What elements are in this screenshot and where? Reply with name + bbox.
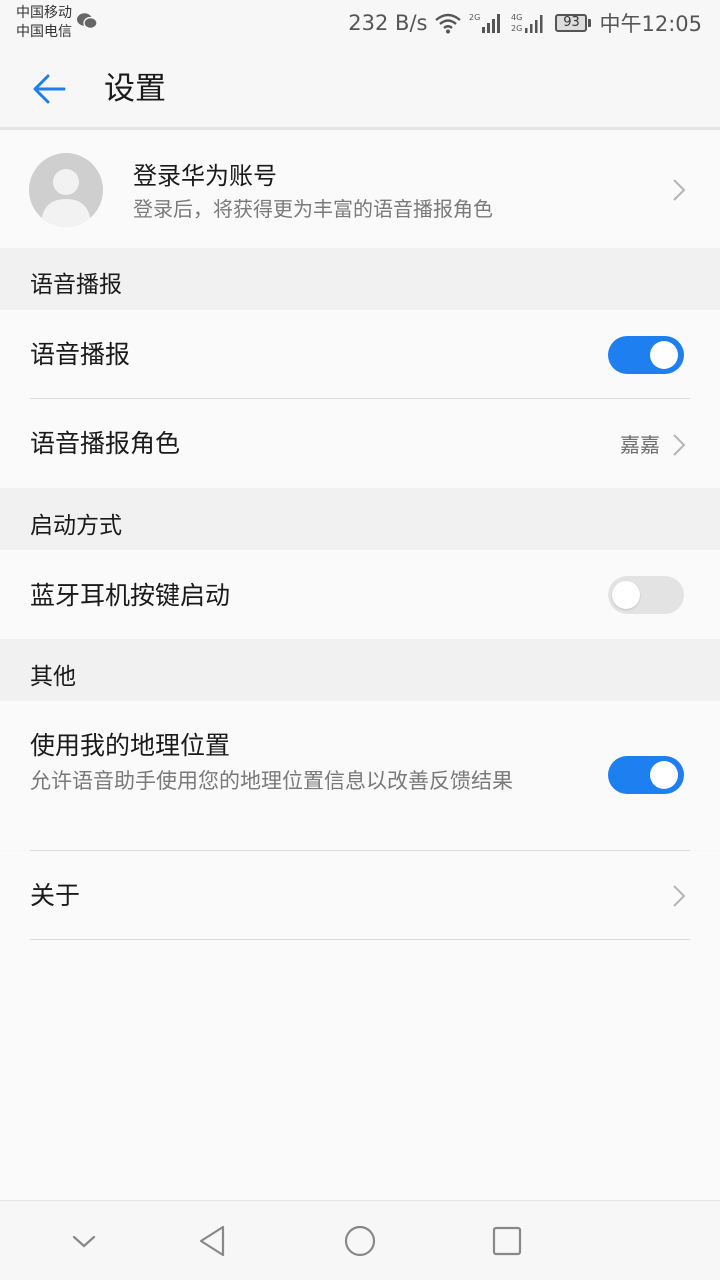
battery-tip <box>588 19 592 27</box>
bluetooth-toggle[interactable] <box>608 576 684 614</box>
account-subtitle: 登录后，将获得更为丰富的语音播报角色 <box>133 197 493 221</box>
toggle-knob <box>650 341 678 369</box>
section-title: 启动方式 <box>30 513 122 539</box>
default-avatar-icon <box>41 169 91 227</box>
net-speed: 232 B/s <box>348 11 428 35</box>
toggle-knob <box>612 581 640 609</box>
svg-text:2G: 2G <box>511 24 522 33</box>
chevron-down-icon[interactable] <box>66 1223 102 1259</box>
row-label: 关于 <box>30 881 81 910</box>
row-about[interactable]: 关于 <box>0 851 720 940</box>
section-header-startup: 启动方式 <box>0 488 720 550</box>
row-label: 语音播报角色 <box>30 429 181 458</box>
chevron-right-icon <box>673 179 686 201</box>
row-bluetooth-start[interactable]: 蓝牙耳机按键启动 <box>0 550 720 639</box>
wechat-icon <box>77 13 98 30</box>
carrier-info: 中国移动 中国电信 <box>16 4 72 42</box>
page-title: 设置 <box>104 71 166 107</box>
row-description: 允许语音助手使用您的地理位置信息以改善反馈结果 <box>30 769 513 793</box>
row-label: 使用我的地理位置 <box>30 731 231 760</box>
row-location[interactable]: 使用我的地理位置 允许语音助手使用您的地理位置信息以改善反馈结果 <box>0 701 720 850</box>
triangle-back-icon[interactable] <box>195 1223 231 1259</box>
battery-level: 93 <box>555 14 588 32</box>
battery-indicator: 93 <box>555 14 592 32</box>
clock: 中午12:05 <box>599 12 702 36</box>
row-voice-broadcast[interactable]: 语音播报 <box>0 310 720 399</box>
circle-home-icon[interactable] <box>342 1223 378 1259</box>
avatar <box>29 153 103 227</box>
voice-broadcast-toggle[interactable] <box>608 336 684 374</box>
section-title: 语音播报 <box>30 272 122 298</box>
account-title: 登录华为账号 <box>133 162 277 190</box>
carrier-2: 中国电信 <box>16 24 72 40</box>
signal-2g-icon: 2G <box>469 13 501 33</box>
row-label: 蓝牙耳机按键启动 <box>30 581 231 610</box>
svg-text:4G: 4G <box>511 13 522 22</box>
settings-screen: 中国移动 中国电信 232 B/s 2G 4G 2G 93 中午12:05 设置… <box>0 0 720 1280</box>
section-header-other: 其他 <box>0 639 720 701</box>
top-app-bar: 设置 <box>0 48 720 130</box>
chevron-right-icon <box>673 885 686 907</box>
arrow-left-icon[interactable] <box>30 70 68 108</box>
section-header-voice: 语音播报 <box>0 248 720 310</box>
wifi-icon <box>435 13 462 34</box>
content-background <box>0 940 720 1200</box>
carrier-1: 中国移动 <box>16 5 72 21</box>
system-nav-bar <box>0 1200 720 1280</box>
broadcast-role-value: 嘉嘉 <box>620 433 660 457</box>
status-indicators: 232 B/s 2G 4G 2G 93 中午12:05 <box>348 8 702 38</box>
location-toggle[interactable] <box>608 756 684 794</box>
square-recents-icon[interactable] <box>489 1223 525 1259</box>
signal-4g-icon: 4G 2G <box>511 13 543 33</box>
row-broadcast-role[interactable]: 语音播报角色 嘉嘉 <box>0 399 720 488</box>
row-label: 语音播报 <box>30 340 131 369</box>
chevron-right-icon <box>673 434 686 456</box>
svg-text:2G: 2G <box>469 13 480 22</box>
status-bar: 中国移动 中国电信 232 B/s 2G 4G 2G 93 中午12:05 <box>0 0 720 48</box>
huawei-account-row[interactable]: 登录华为账号 登录后，将获得更为丰富的语音播报角色 <box>0 130 720 248</box>
section-title: 其他 <box>30 664 76 690</box>
toggle-knob <box>650 761 678 789</box>
